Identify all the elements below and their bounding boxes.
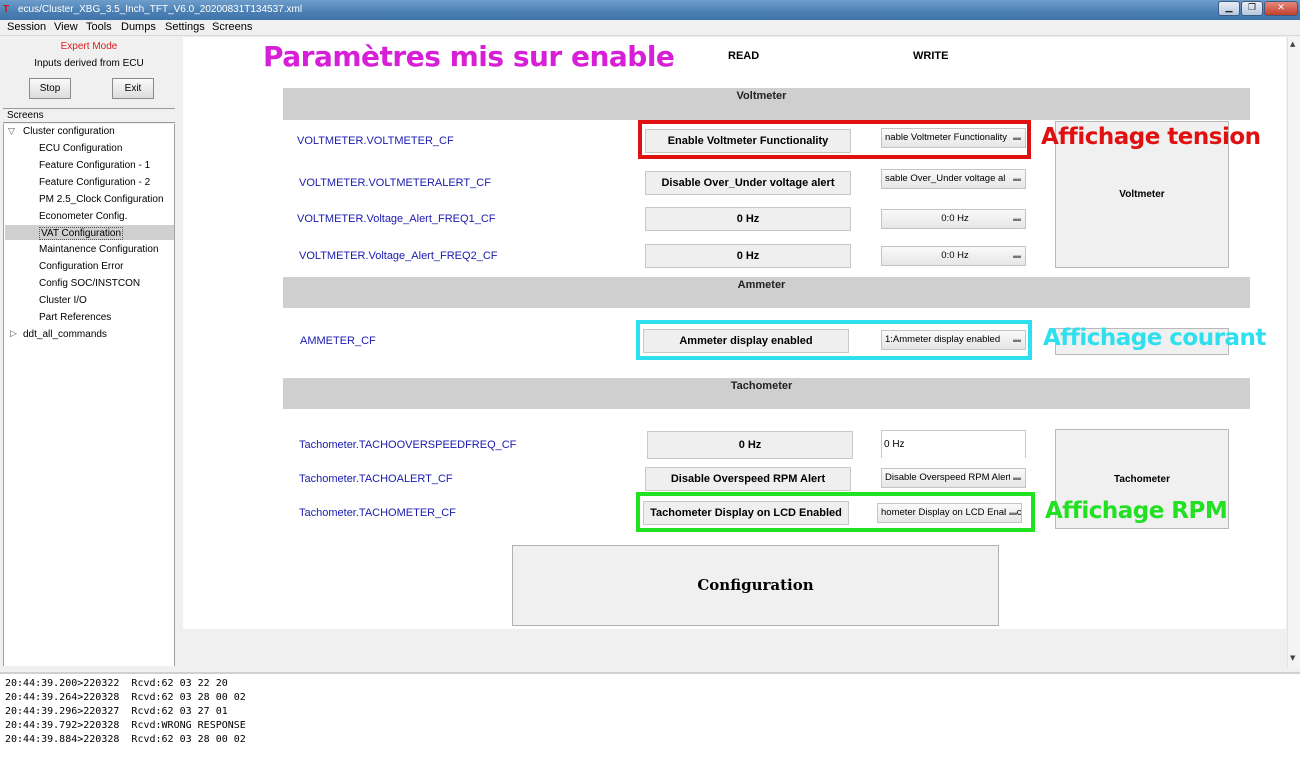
dropdown-arrow-icon: ▬ xyxy=(1010,469,1021,487)
configuration-button[interactable]: Configuration xyxy=(512,545,999,626)
voltage-alert-freq1-write-select[interactable]: 0:0 Hz ▬ xyxy=(881,209,1026,229)
scroll-up-icon[interactable]: ▲ xyxy=(1290,40,1295,48)
annotation-courant: Affichage courant xyxy=(1043,325,1266,351)
tree-node-cluster-configuration[interactable]: Cluster configuration xyxy=(23,126,115,137)
tree-node-configuration-error[interactable]: Configuration Error xyxy=(39,261,123,272)
voltmeteralert-cf-write-value: sable Over_Under voltage al xyxy=(885,173,1006,184)
param-ammeter-cf-label: AMMETER_CF xyxy=(300,335,376,347)
tree-node-feature-configuration-2[interactable]: Feature Configuration - 2 xyxy=(39,177,150,188)
dropdown-arrow-icon: ▬ xyxy=(1010,170,1021,188)
tachooverspeedfreq-cf-read-value: 0 Hz xyxy=(647,431,853,459)
maximize-button[interactable]: ❐ xyxy=(1241,1,1263,16)
log-line: 20:44:39.792>220328 Rcvd:WRONG RESPONSE xyxy=(5,720,246,731)
collapse-arrow-icon[interactable]: ▷ xyxy=(10,329,17,339)
param-voltage-alert-freq1-label: VOLTMETER.Voltage_Alert_FREQ1_CF xyxy=(297,213,496,225)
screens-header: Screens xyxy=(3,108,175,123)
param-tachoalert-cf-label: Tachometer.TACHOALERT_CF xyxy=(299,473,453,485)
tree-node-cluster-io[interactable]: Cluster I/O xyxy=(39,295,87,306)
vertical-scrollbar[interactable]: ▲ ▼ xyxy=(1287,37,1300,667)
log-panel[interactable]: 20:44:39.200>220322 Rcvd:62 03 22 20 20:… xyxy=(0,672,1300,759)
tachoalert-cf-read-value: Disable Overspeed RPM Alert xyxy=(645,467,851,491)
tree-node-feature-configuration-1[interactable]: Feature Configuration - 1 xyxy=(39,160,150,171)
menu-bar: Session View Tools Dumps Settings Screen… xyxy=(0,20,1300,36)
tree-node-config-soc-instcon[interactable]: Config SOC/INSTCON xyxy=(39,278,140,289)
tachometer-section-title: Tachometer xyxy=(730,380,793,392)
param-tachometer-cf-label: Tachometer.TACHOMETER_CF xyxy=(299,507,456,519)
highlight-tachometer-box xyxy=(636,492,1035,532)
write-heading: WRITE xyxy=(913,50,949,62)
voltage-alert-freq1-write-value: 0:0 Hz xyxy=(941,213,969,224)
tree-node-ddt-all-commands[interactable]: ddt_all_commands xyxy=(23,329,107,340)
close-button[interactable]: ✕ xyxy=(1264,1,1298,16)
log-line: 20:44:39.296>220327 Rcvd:62 03 27 01 xyxy=(5,706,228,717)
control-panel: Expert Mode Inputs derived from ECU Stop… xyxy=(3,37,175,107)
dropdown-arrow-icon: ▬ xyxy=(1010,247,1021,265)
voltmeteralert-cf-read-value: Disable Over_Under voltage alert xyxy=(645,171,851,195)
mode-label: Expert Mode xyxy=(60,41,118,52)
voltage-alert-freq2-read-value: 0 Hz xyxy=(645,244,851,268)
menu-tools[interactable]: Tools xyxy=(86,21,112,33)
annotation-rpm: Affichage RPM xyxy=(1045,498,1228,524)
param-voltmeter-cf-label: VOLTMETER.VOLTMETER_CF xyxy=(297,135,454,147)
stop-button[interactable]: Stop xyxy=(29,78,71,99)
ammeter-section-title: Ammeter xyxy=(737,279,786,291)
tree-node-ecu-configuration[interactable]: ECU Configuration xyxy=(39,143,122,154)
param-voltage-alert-freq2-label: VOLTMETER.Voltage_Alert_FREQ2_CF xyxy=(299,250,498,262)
tachometer-section-bar: Tachometer xyxy=(283,378,1250,409)
tree-node-econometer-config[interactable]: Econometer Config. xyxy=(39,211,127,222)
read-heading: READ xyxy=(728,50,760,62)
tree-node-maintanence-configuration[interactable]: Maintanence Configuration xyxy=(39,244,159,255)
screens-tree[interactable]: ▽ Cluster configuration ECU Configuratio… xyxy=(3,124,175,666)
voltmeter-section-bar: Voltmeter xyxy=(283,88,1250,120)
minimize-button[interactable]: ▁ xyxy=(1218,1,1240,16)
exit-button[interactable]: Exit xyxy=(112,78,154,99)
title-bar: T ecus/Cluster_XBG_3.5_Inch_TFT_V6.0_202… xyxy=(0,0,1300,20)
tachooverspeedfreq-cf-write-input[interactable]: 0 Hz xyxy=(881,430,1026,458)
log-line: 20:44:39.264>220328 Rcvd:62 03 28 00 02 xyxy=(5,692,246,703)
app-icon: T xyxy=(3,4,10,15)
voltage-alert-freq1-read-value: 0 Hz xyxy=(645,207,851,231)
window-title: ecus/Cluster_XBG_3.5_Inch_TFT_V6.0_20200… xyxy=(18,4,303,15)
dropdown-arrow-icon: ▬ xyxy=(1010,210,1021,228)
scroll-down-icon[interactable]: ▼ xyxy=(1290,654,1295,662)
voltage-alert-freq2-write-value: 0:0 Hz xyxy=(941,250,969,261)
menu-screens[interactable]: Screens xyxy=(212,21,252,33)
menu-session[interactable]: Session xyxy=(7,21,46,33)
menu-dumps[interactable]: Dumps xyxy=(121,21,156,33)
menu-settings[interactable]: Settings xyxy=(165,21,205,33)
expand-arrow-icon[interactable]: ▽ xyxy=(8,127,15,137)
param-voltmeteralert-cf-label: VOLTMETER.VOLTMETERALERT_CF xyxy=(299,177,491,189)
menu-view[interactable]: View xyxy=(54,21,78,33)
log-line: 20:44:39.200>220322 Rcvd:62 03 22 20 xyxy=(5,678,228,689)
ammeter-section-bar: Ammeter xyxy=(283,277,1250,308)
tree-node-part-references[interactable]: Part References xyxy=(39,312,111,323)
tree-node-pm25-clock-configuration[interactable]: PM 2.5_Clock Configuration xyxy=(39,194,164,205)
inputs-label: Inputs derived from ECU xyxy=(34,58,144,69)
tree-node-vat-configuration[interactable]: VAT Configuration xyxy=(39,227,124,240)
log-line: 20:44:39.884>220328 Rcvd:62 03 28 00 02 xyxy=(5,734,246,745)
tachoalert-cf-write-value: Disable Overspeed RPM Alert xyxy=(885,472,1012,483)
main-panel-footer xyxy=(183,629,1286,667)
voltmeteralert-cf-write-select[interactable]: sable Over_Under voltage al ▬ xyxy=(881,169,1026,189)
param-tachooverspeedfreq-cf-label: Tachometer.TACHOOVERSPEEDFREQ_CF xyxy=(299,439,517,451)
voltmeter-section-title: Voltmeter xyxy=(736,90,787,102)
annotation-tension: Affichage tension xyxy=(1041,124,1261,150)
voltage-alert-freq2-write-select[interactable]: 0:0 Hz ▬ xyxy=(881,246,1026,266)
tachoalert-cf-write-select[interactable]: Disable Overspeed RPM Alert ▬ xyxy=(881,468,1026,488)
highlight-voltmeter-box xyxy=(638,120,1031,159)
annotation-title: Paramètres mis sur enable xyxy=(263,40,675,73)
highlight-ammeter-box xyxy=(636,320,1032,360)
